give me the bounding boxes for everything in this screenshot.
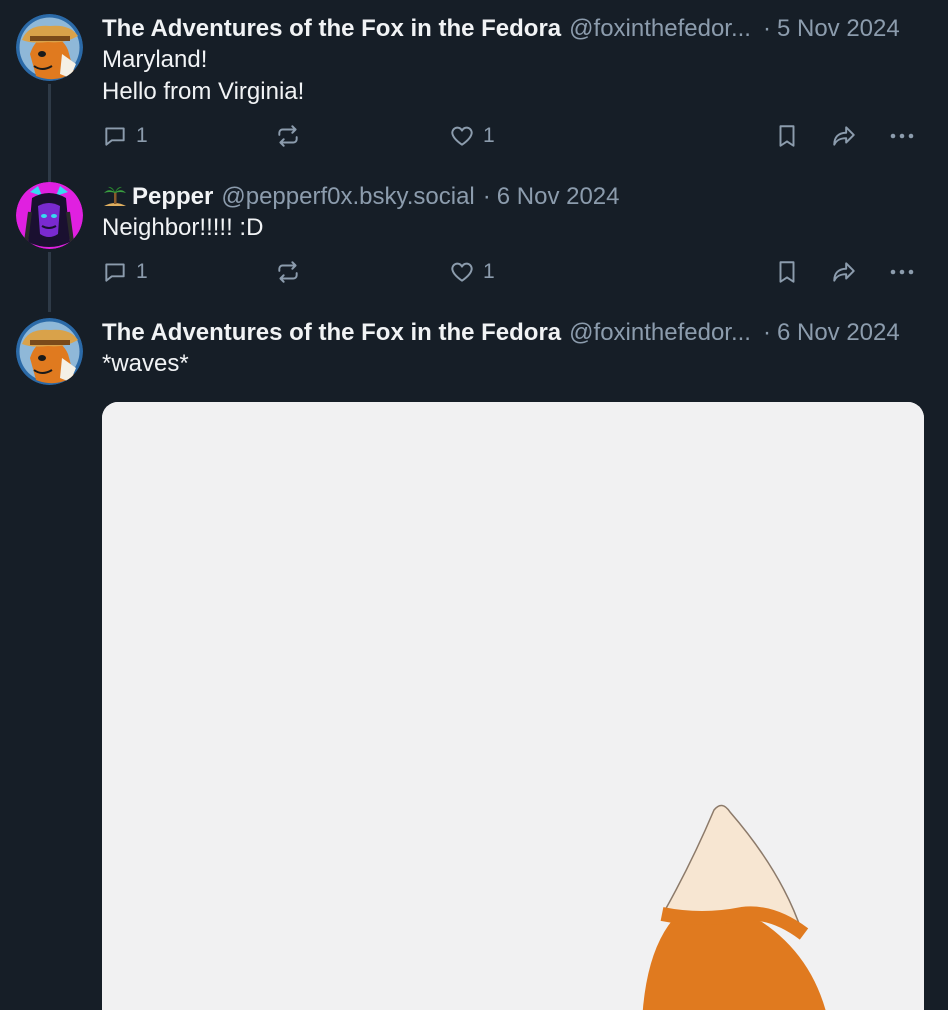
post-content: Pepper @pepperf0x.bsky.social · 6 Nov 20… [102, 182, 924, 290]
reply-button[interactable]: 1 [102, 254, 148, 290]
post-text-line: Hello from Virginia! [102, 78, 305, 105]
display-name[interactable]: Pepper [132, 182, 213, 212]
more-options-button[interactable] [888, 254, 916, 290]
more-options-button[interactable] [888, 118, 916, 154]
bookmark-button[interactable] [774, 118, 800, 154]
post-text: *waves* [102, 348, 924, 380]
reply-icon [105, 127, 125, 146]
post-content: The Adventures of the Fox in the Fedora … [102, 14, 924, 154]
avatar-column [16, 14, 83, 81]
user-handle[interactable]: @foxinthefedor... [569, 318, 751, 348]
share-button[interactable] [830, 254, 858, 290]
reply-button[interactable]: 1 [102, 118, 148, 154]
display-name[interactable]: The Adventures of the Fox in the Fedora [102, 14, 561, 44]
post-header: The Adventures of the Fox in the Fedora … [102, 318, 924, 348]
share-button[interactable] [830, 118, 858, 154]
avatar[interactable] [16, 182, 83, 249]
fox-tail-image [102, 402, 924, 1010]
ellipsis-icon [890, 133, 914, 139]
thread-line [48, 84, 51, 194]
post-header: The Adventures of the Fox in the Fedora … [102, 14, 924, 44]
post-date[interactable]: 5 Nov 2024 [777, 14, 900, 44]
heart-icon [451, 262, 473, 282]
post-date[interactable]: 6 Nov 2024 [777, 318, 900, 348]
post-content: The Adventures of the Fox in the Fedora … [102, 318, 924, 380]
share-icon [833, 262, 855, 282]
bookmark-icon [779, 125, 795, 147]
post-text-line: *waves* [102, 350, 189, 377]
repost-icon [278, 125, 298, 147]
post-date[interactable]: 6 Nov 2024 [497, 182, 620, 212]
separator-dot: · [482, 183, 491, 210]
ellipsis-icon [890, 269, 914, 275]
thread-line [48, 252, 51, 312]
post-text-line: Neighbor!!!!! :D [102, 214, 264, 241]
like-count: 1 [483, 260, 495, 283]
display-name[interactable]: The Adventures of the Fox in the Fedora [102, 318, 561, 348]
bookmark-button[interactable] [774, 254, 800, 290]
like-button[interactable]: 1 [449, 254, 495, 290]
post-thread: The Adventures of the Fox in the Fedora … [0, 0, 948, 1010]
bookmark-icon [779, 261, 795, 283]
post-image[interactable] [102, 402, 924, 1010]
user-handle[interactable]: @pepperf0x.bsky.social [221, 182, 474, 212]
separator-dot: · [762, 319, 771, 346]
post[interactable]: Pepper @pepperf0x.bsky.social · 6 Nov 20… [0, 182, 948, 312]
user-handle[interactable]: @foxinthefedor... [569, 14, 751, 44]
share-icon [833, 126, 855, 146]
avatar[interactable] [16, 318, 83, 385]
reply-icon [105, 263, 125, 282]
palm-island-icon [104, 186, 126, 206]
repost-icon [278, 261, 298, 283]
reply-count: 1 [136, 260, 148, 283]
like-count: 1 [483, 124, 495, 147]
repost-button[interactable] [275, 254, 301, 290]
post-text: Neighbor!!!!! :D [102, 212, 924, 244]
like-button[interactable]: 1 [449, 118, 495, 154]
post-actions: 1 1 [102, 254, 924, 290]
separator-dot: · [762, 15, 771, 42]
repost-button[interactable] [275, 118, 301, 154]
avatar-column [16, 318, 83, 385]
post-text: Maryland! Hello from Virginia! [102, 44, 924, 108]
post-text-line: Maryland! [102, 46, 208, 73]
avatar-column [16, 182, 83, 249]
heart-icon [451, 126, 473, 146]
reply-count: 1 [136, 124, 148, 147]
post[interactable]: The Adventures of the Fox in the Fedora … [0, 14, 948, 194]
avatar[interactable] [16, 14, 83, 81]
post-actions: 1 1 [102, 118, 924, 154]
post-header: Pepper @pepperf0x.bsky.social · 6 Nov 20… [102, 182, 924, 212]
